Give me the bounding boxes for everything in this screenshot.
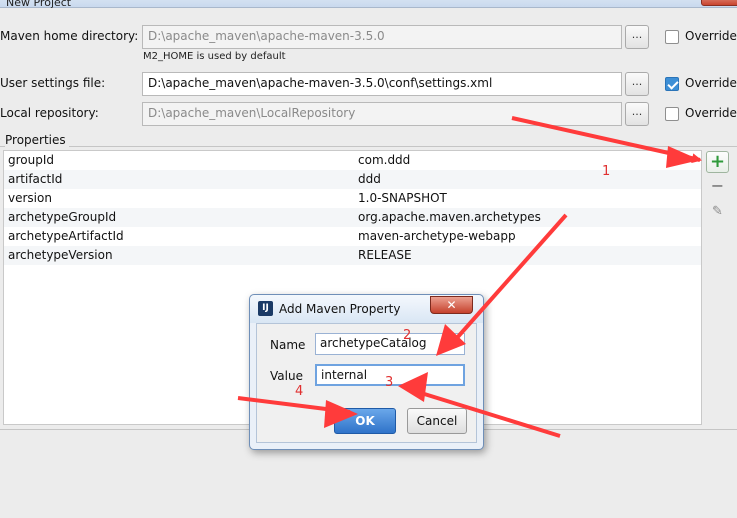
table-row[interactable]: archetypeArtifactId maven-archetype-weba… [4, 227, 701, 246]
maven-home-browse-button[interactable]: ... [625, 25, 649, 49]
properties-title: Properties [5, 133, 69, 147]
dialog-body: Name archetypeCatalog Value internal OK … [256, 323, 477, 443]
table-row[interactable]: artifactId ddd [4, 170, 701, 189]
local-repo-override-label: Override [685, 106, 737, 120]
property-value: org.apache.maven.archetypes [358, 210, 541, 224]
chevron-down-icon[interactable] [450, 340, 462, 348]
property-key: archetypeGroupId [8, 210, 117, 224]
annotation-1: 1 [602, 164, 611, 179]
plus-icon: + [709, 151, 726, 172]
property-value: 1.0-SNAPSHOT [358, 191, 447, 205]
user-settings-field[interactable]: D:\apache_maven\apache-maven-3.5.0\conf\… [142, 72, 622, 96]
property-key: version [8, 191, 52, 205]
property-key: artifactId [8, 172, 63, 186]
maven-home-override-checkbox[interactable] [665, 30, 679, 44]
annotation-3: 3 [385, 375, 394, 390]
property-key: groupId [8, 153, 55, 167]
local-repo-label: Local repository: [0, 106, 99, 120]
window-title: New Project [6, 0, 72, 9]
name-combobox[interactable]: archetypeCatalog [315, 333, 465, 355]
remove-property-button[interactable]: − [706, 176, 729, 198]
table-row[interactable]: archetypeGroupId org.apache.maven.archet… [4, 208, 701, 227]
user-settings-override-label: Override [685, 76, 737, 90]
local-repo-browse-button[interactable]: ... [625, 102, 649, 126]
maven-home-label: Maven home directory: [0, 29, 139, 43]
property-value: ddd [358, 172, 381, 186]
dialog-titlebar: IJ Add Maven Property ✕ [250, 295, 483, 323]
maven-home-field[interactable]: D:\apache_maven\apache-maven-3.5.0 [142, 25, 622, 49]
property-value: RELEASE [358, 248, 412, 262]
property-value: maven-archetype-webapp [358, 229, 516, 243]
ok-button[interactable]: OK [334, 408, 396, 434]
annotation-2: 2 [403, 328, 412, 343]
user-settings-browse-button[interactable]: ... [625, 72, 649, 96]
local-repo-override-checkbox[interactable] [665, 107, 679, 121]
table-row[interactable]: version 1.0-SNAPSHOT [4, 189, 701, 208]
maven-home-override-label: Override [685, 29, 737, 43]
add-maven-property-dialog: IJ Add Maven Property ✕ Name archetypeCa… [249, 294, 484, 450]
value-text: internal [321, 368, 368, 382]
annotation-4: 4 [295, 384, 304, 399]
property-key: archetypeArtifactId [8, 229, 124, 243]
maven-home-hint: M2_HOME is used by default [143, 51, 286, 62]
property-value: com.ddd [358, 153, 411, 167]
cancel-button[interactable]: Cancel [407, 408, 467, 434]
value-label: Value [270, 369, 303, 383]
dialog-title: Add Maven Property [279, 302, 401, 316]
edit-property-button[interactable]: ✎ [706, 202, 729, 224]
minus-icon: − [710, 176, 725, 195]
window-close-button[interactable] [701, 0, 737, 6]
user-settings-label: User settings file: [0, 76, 106, 90]
intellij-icon: IJ [258, 301, 273, 316]
window-titlebar: New Project [0, 0, 737, 9]
dialog-close-button[interactable]: ✕ [430, 296, 473, 314]
name-label: Name [270, 338, 306, 352]
local-repo-field[interactable]: D:\apache_maven\LocalRepository [142, 102, 622, 126]
table-row[interactable]: archetypeVersion RELEASE [4, 246, 701, 265]
pencil-icon: ✎ [712, 204, 723, 219]
user-settings-override-checkbox[interactable] [665, 77, 679, 91]
table-row[interactable]: groupId com.ddd [4, 151, 701, 170]
add-property-button[interactable]: + [706, 151, 729, 173]
property-key: archetypeVersion [8, 248, 113, 262]
